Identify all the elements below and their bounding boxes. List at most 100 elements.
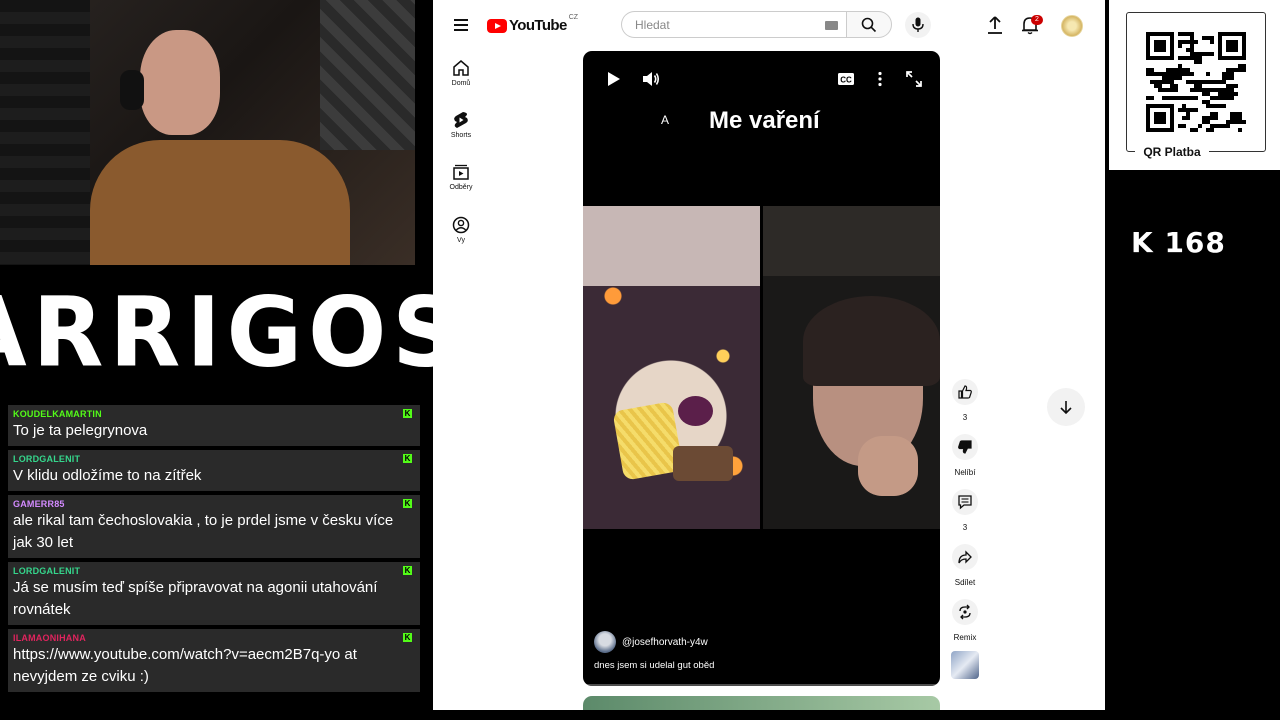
channel-row: @josefhorvath-y4w (594, 631, 708, 653)
arrow-down-icon (1060, 401, 1072, 415)
acoustic-panel (0, 0, 90, 265)
play-icon[interactable] (603, 69, 623, 89)
person-hand (858, 436, 918, 496)
chat-username: KOUDELKAMARTIN (13, 409, 102, 419)
wall-panel (320, 0, 415, 150)
person-frame (763, 206, 940, 529)
remix-label: Remix (953, 633, 977, 642)
dislike-button[interactable]: Nelíbí (944, 434, 986, 477)
kick-icon: K (403, 633, 412, 642)
home-icon (453, 60, 469, 76)
guide-item-you[interactable]: Vy (441, 216, 481, 244)
youtube-wordmark: YouTube (509, 17, 567, 34)
guide-item-shorts[interactable]: Shorts (441, 111, 481, 139)
progress-bar[interactable] (583, 684, 940, 686)
you-icon (452, 216, 470, 234)
chat-text: Já se musím teď spíše připravovat na ago… (13, 579, 378, 618)
channel-handle[interactable]: @josefhorvath-y4w (622, 637, 708, 648)
youtube-logo[interactable]: YouTube CZ (487, 14, 579, 34)
shorts-icon (454, 112, 468, 128)
chat-username: ILAMAONIHANA (13, 633, 86, 643)
guide-label: Domů (451, 80, 471, 87)
guide-label: Odběry (449, 184, 473, 191)
keyboard-icon[interactable] (825, 21, 838, 30)
video-overlay-letter: A (661, 113, 670, 127)
kick-icon: K (403, 499, 412, 508)
search-button[interactable] (846, 11, 892, 38)
search-icon (861, 17, 877, 33)
share-icon (958, 550, 972, 564)
svg-text:CC: CC (840, 76, 852, 85)
video-caption-title: Me vaření (709, 107, 820, 134)
masthead: YouTube CZ 2 (433, 0, 1105, 50)
share-button[interactable]: Sdílet (944, 544, 986, 587)
more-options-icon[interactable] (870, 69, 890, 89)
country-code: CZ (568, 14, 579, 21)
red-cabbage (678, 396, 713, 426)
qr-label: QR Platba (1135, 145, 1209, 159)
microphone-icon (912, 17, 924, 32)
next-short-preview[interactable] (583, 696, 940, 710)
chat-message: LORDGALENIT Já se musím teď spíše připra… (8, 562, 420, 625)
like-count: 3 (962, 413, 968, 422)
chat-message: KOUDELKAMARTIN To je ta pelegrynova K (8, 405, 420, 446)
guide-label: Shorts (450, 132, 472, 139)
youtube-play-icon (487, 18, 507, 33)
chat-message: LORDGALENIT V klidu odložíme to na zítře… (8, 450, 420, 491)
qr-code (1146, 32, 1246, 132)
person-hair (803, 296, 940, 386)
channel-logo: ARRIGOS (0, 276, 465, 389)
channel-avatar[interactable] (594, 631, 616, 653)
stream-chat: KOUDELKAMARTIN To je ta pelegrynova K LO… (8, 405, 420, 696)
chat-username: GAMERR85 (13, 499, 65, 509)
shorts-player[interactable]: CC A Me vaření @josefhorvath-y4w dnes js… (583, 51, 940, 686)
kick-counter: K 168 (1131, 226, 1226, 259)
chat-message: ILAMAONIHANA https://www.youtube.com/wat… (8, 629, 420, 692)
streamer-head (140, 30, 220, 135)
share-label: Sdílet (954, 578, 976, 587)
chat-username: LORDGALENIT (13, 566, 81, 576)
like-button[interactable]: 3 (944, 379, 986, 422)
comments-button[interactable]: 3 (944, 489, 986, 532)
audio-source-thumbnail[interactable] (951, 651, 979, 679)
dislike-label: Nelíbí (954, 468, 976, 477)
streamer-body (90, 140, 350, 265)
guide-label: Vy (457, 237, 465, 244)
kick-icon: K (403, 566, 412, 575)
thumbs-down-icon (958, 440, 972, 454)
kick-icon: K (403, 409, 412, 418)
meat (673, 446, 733, 481)
remix-button[interactable]: Remix (944, 599, 986, 642)
voice-search-button[interactable] (905, 12, 931, 38)
chat-message: GAMERR85 ale rikal tam čechoslovakia , t… (8, 495, 420, 558)
webcam-feed (0, 0, 415, 265)
subscriptions-icon (453, 164, 469, 180)
captions-icon[interactable]: CC (836, 69, 856, 89)
comment-icon (958, 495, 972, 510)
next-video-button[interactable] (1047, 388, 1085, 426)
kick-icon: K (403, 454, 412, 463)
upload-icon[interactable] (984, 14, 1006, 36)
menu-icon[interactable] (454, 19, 468, 31)
fullscreen-icon[interactable] (904, 69, 924, 89)
chat-text: https://www.youtube.com/watch?v=aecm2B7q… (13, 646, 357, 685)
search-input[interactable] (633, 16, 817, 33)
remix-icon (959, 604, 971, 620)
search-box (621, 11, 846, 38)
qr-payment-panel: QR Platba (1109, 0, 1280, 170)
video-description[interactable]: dnes jsem si udelal gut oběd (594, 660, 714, 671)
guide-item-subscriptions[interactable]: Odběry (441, 163, 481, 191)
chat-text: To je ta pelegrynova (13, 422, 148, 439)
chat-text: ale rikal tam čechoslovakia , to je prde… (13, 512, 394, 551)
food-plate-frame (583, 206, 760, 529)
guide-item-home[interactable]: Domů (441, 59, 481, 87)
comment-count: 3 (962, 523, 968, 532)
chat-username: LORDGALENIT (13, 454, 81, 464)
account-avatar[interactable] (1061, 15, 1083, 37)
notification-badge: 2 (1031, 15, 1043, 25)
thumbs-up-icon (958, 385, 972, 399)
headset (120, 70, 144, 110)
volume-icon[interactable] (641, 69, 661, 89)
youtube-window: YouTube CZ 2 (433, 0, 1105, 710)
chat-text: V klidu odložíme to na zítřek (13, 467, 202, 484)
